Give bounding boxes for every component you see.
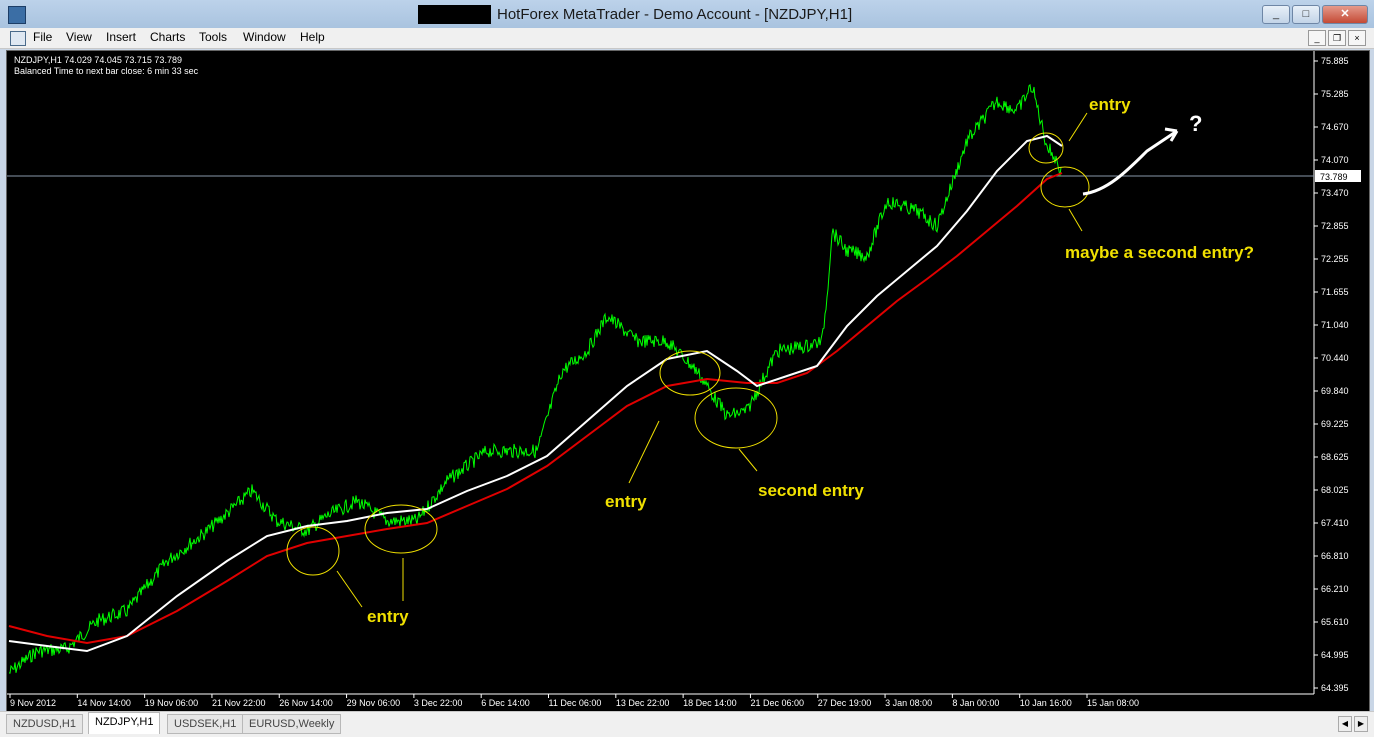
tab-eurusd-weekly[interactable]: EURUSD,Weekly: [242, 714, 342, 734]
second-entry-circle: [694, 387, 778, 449]
entry-label-1: entry: [367, 607, 409, 626]
price-tick-label: 70.440: [1321, 353, 1349, 363]
entry-circle-3: [659, 350, 721, 396]
entry-label-2: entry: [605, 492, 647, 511]
menu-help[interactable]: Help: [300, 30, 325, 44]
projection-arrow: [1082, 129, 1178, 196]
current-price-label: 73.789: [1320, 172, 1348, 182]
mdi-close-button[interactable]: ×: [1348, 30, 1366, 46]
price-tick-label: 75.885: [1321, 56, 1349, 66]
price-tick-label: 68.025: [1321, 485, 1349, 495]
time-tick-label: 26 Nov 14:00: [279, 698, 333, 708]
tab-nzdjpy-h1[interactable]: NZDJPY,H1: [88, 712, 161, 734]
question-mark-label: ?: [1189, 111, 1202, 136]
time-tick-label: 3 Dec 22:00: [414, 698, 463, 708]
price-tick-label: 66.210: [1321, 584, 1349, 594]
time-tick-label: 3 Jan 08:00: [885, 698, 932, 708]
price-tick-label: 75.285: [1321, 89, 1349, 99]
tab-scroll-left-icon[interactable]: ◀: [1338, 716, 1352, 732]
price-tick-label: 74.670: [1321, 122, 1349, 132]
entry-arrow-1: [336, 570, 363, 608]
price-tick-label: 71.655: [1321, 287, 1349, 297]
time-tick-label: 8 Jan 00:00: [952, 698, 999, 708]
menu-view[interactable]: View: [66, 30, 92, 44]
price-tick-label: 69.225: [1321, 419, 1349, 429]
maybe-second-entry-arrow: [1068, 208, 1083, 232]
price-tick-label: 72.855: [1321, 221, 1349, 231]
window-title: HotForex MetaTrader - Demo Account - [NZ…: [497, 6, 853, 23]
time-tick-label: 15 Jan 08:00: [1087, 698, 1139, 708]
time-tick-label: 11 Dec 06:00: [549, 698, 602, 708]
title-bar: HotForex MetaTrader - Demo Account - [NZ…: [0, 0, 1374, 29]
close-button[interactable]: ✕: [1322, 5, 1368, 24]
chart-tab-bar: NZDUSD,H1 NZDJPY,H1 USDSEK,H1 EURUSD,Wee…: [0, 711, 1374, 737]
entry-arrow-4: [1068, 112, 1088, 142]
price-tick-label: 72.255: [1321, 254, 1349, 264]
price-tick-label: 68.625: [1321, 452, 1349, 462]
time-tick-label: 27 Dec 19:00: [818, 698, 872, 708]
price-tick-label: 69.840: [1321, 386, 1349, 396]
minimize-button[interactable]: _: [1262, 5, 1290, 24]
price-tick-label: 64.995: [1321, 650, 1349, 660]
maybe-second-entry-circle: [1040, 166, 1090, 208]
time-tick-label: 13 Dec 22:00: [616, 698, 670, 708]
price-tick-label: 74.070: [1321, 155, 1349, 165]
app-icon: [8, 6, 26, 24]
fast-moving-average: [8, 134, 1063, 653]
slow-moving-average: [8, 172, 1063, 645]
price-tick-label: 64.395: [1321, 683, 1349, 693]
tab-scroll-right-icon[interactable]: ▶: [1354, 716, 1368, 732]
menu-charts[interactable]: Charts: [150, 30, 185, 44]
menu-window[interactable]: Window: [243, 30, 286, 44]
mdi-minimize-button[interactable]: _: [1308, 30, 1326, 46]
entry-label-3: entry: [1089, 95, 1131, 114]
time-tick-label: 29 Nov 06:00: [347, 698, 401, 708]
symbol-ohlc-info: NZDJPY,H1 74.029 74.045 73.715 73.789: [14, 55, 182, 65]
menu-file[interactable]: File: [33, 30, 52, 44]
time-tick-label: 9 Nov 2012: [10, 698, 56, 708]
bar-close-timer: Balanced Time to next bar close: 6 min 3…: [14, 66, 199, 76]
price-tick-label: 67.410: [1321, 518, 1349, 528]
entry-circle-4: [1028, 132, 1064, 164]
price-line: [8, 83, 1062, 674]
menu-bar: File View Insert Charts Tools Window Hel…: [0, 28, 1374, 49]
entry-circle-1: [286, 526, 340, 576]
tab-nzdusd-h1[interactable]: NZDUSD,H1: [6, 714, 83, 734]
time-tick-label: 14 Nov 14:00: [77, 698, 131, 708]
time-tick-label: 21 Nov 22:00: [212, 698, 266, 708]
maximize-button[interactable]: □: [1292, 5, 1320, 24]
price-tick-label: 71.040: [1321, 320, 1349, 330]
chart-window-icon[interactable]: [10, 31, 26, 46]
time-tick-label: 19 Nov 06:00: [145, 698, 199, 708]
maybe-second-entry-label: maybe a second entry?: [1065, 243, 1254, 262]
price-tick-label: 73.470: [1321, 188, 1349, 198]
menu-tools[interactable]: Tools: [199, 30, 227, 44]
menu-insert[interactable]: Insert: [106, 30, 136, 44]
chart-canvas[interactable]: 75.885 75.285 74.670 74.070 73.470 72.855 72.2…: [7, 51, 1369, 711]
mdi-restore-button[interactable]: ❐: [1328, 30, 1346, 46]
time-tick-label: 21 Dec 06:00: [750, 698, 804, 708]
second-entry-label: second entry: [758, 481, 864, 500]
time-tick-label: 10 Jan 16:00: [1020, 698, 1072, 708]
tab-usdsek-h1[interactable]: USDSEK,H1: [167, 714, 244, 734]
price-tick-label: 65.610: [1321, 617, 1349, 627]
price-chart[interactable]: 75.885 75.285 74.670 74.070 73.470 72.855 72.2…: [6, 50, 1370, 712]
entry-arrow-3: [628, 420, 660, 484]
price-tick-label: 66.810: [1321, 551, 1349, 561]
redacted-account-block: [418, 5, 491, 24]
time-tick-label: 6 Dec 14:00: [481, 698, 530, 708]
second-entry-arrow: [738, 448, 758, 472]
time-tick-label: 18 Dec 14:00: [683, 698, 737, 708]
